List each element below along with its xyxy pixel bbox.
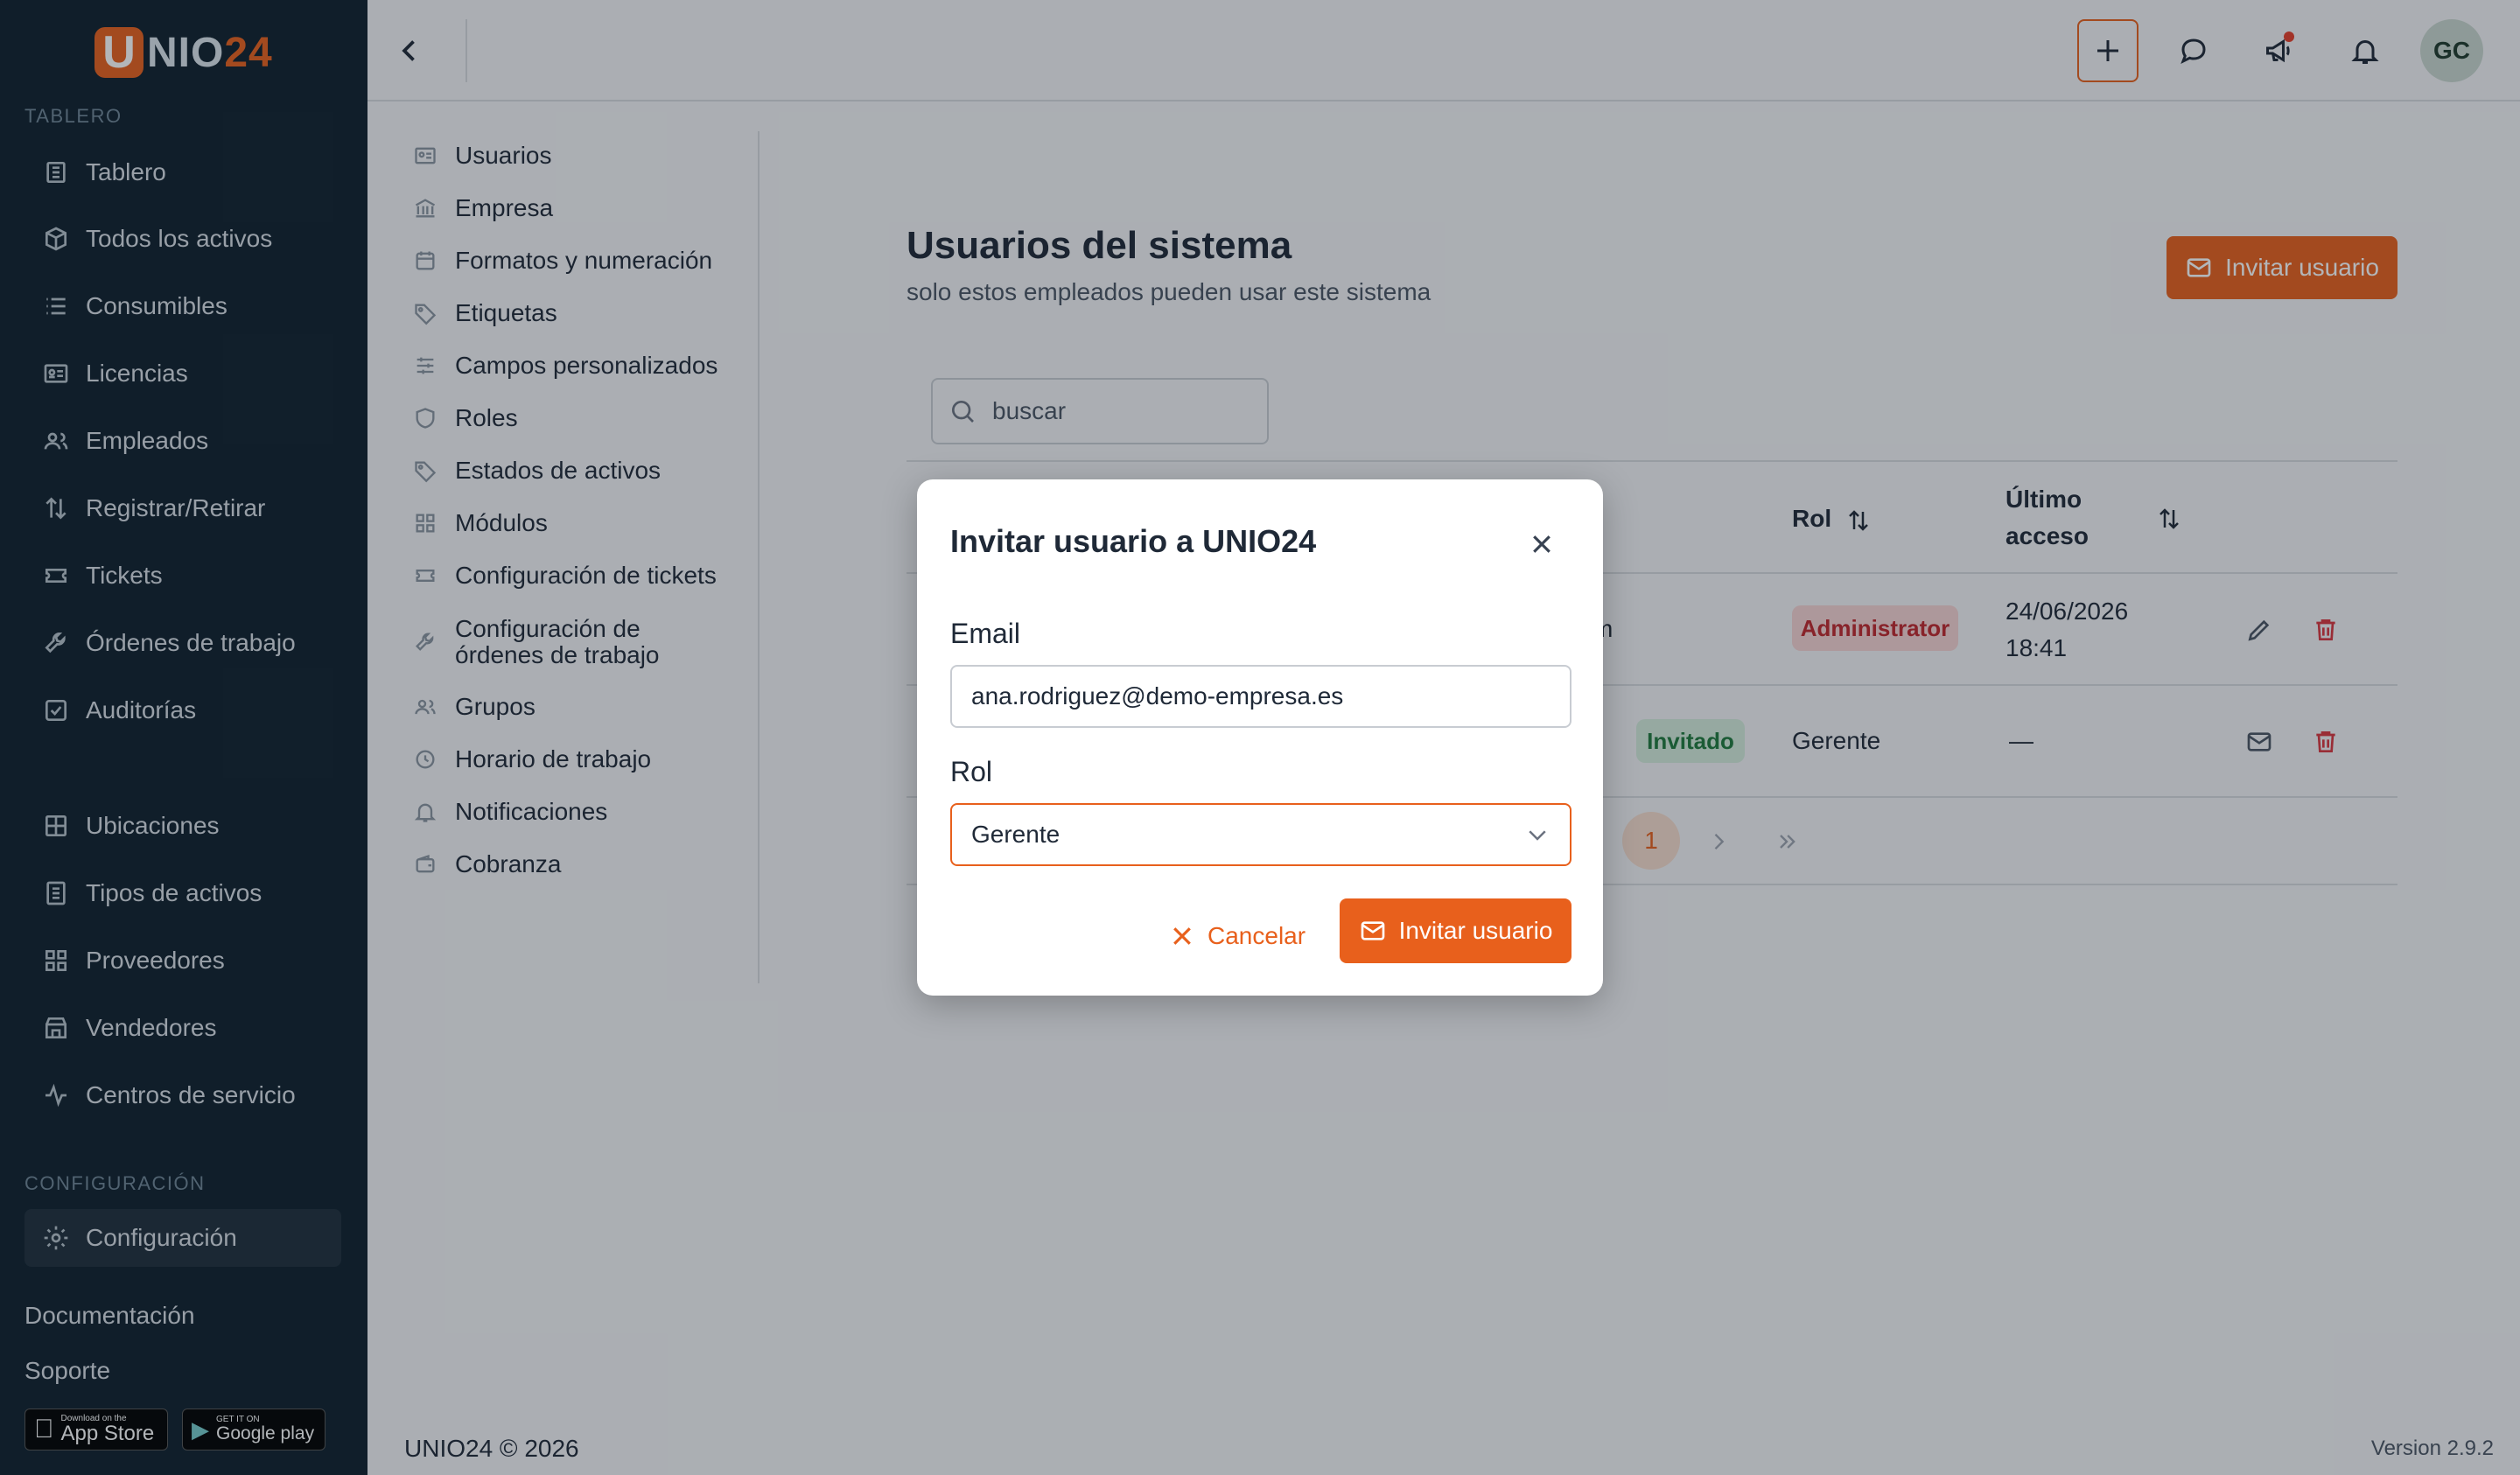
close-icon [1173,927,1191,945]
modal-title: Invitar usuario a UNIO24 [950,523,1317,559]
mail-icon [1361,921,1384,940]
role-select[interactable]: Gerente [950,803,1572,866]
chevron-down-icon [1529,830,1546,841]
invite-user-modal: Invitar usuario a UNIO24 Email ana.rodri… [917,479,1603,996]
invite-submit-button[interactable]: Invitar usuario [1340,898,1572,963]
email-label: Email [950,618,1021,649]
close-button[interactable] [1524,527,1559,562]
close-icon [1533,535,1550,553]
role-label: Rol [950,756,993,787]
cancel-button[interactable]: Cancelar [1169,905,1306,968]
email-field[interactable]: ana.rodriguez@demo-empresa.es [950,665,1572,728]
